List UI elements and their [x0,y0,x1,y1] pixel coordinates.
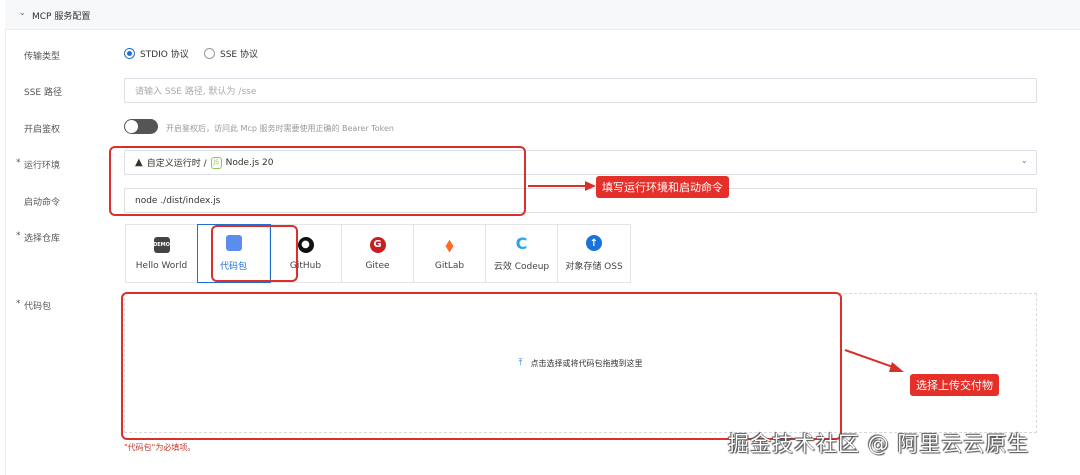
annotation-arrows [528,181,904,372]
arrow-upload [844,349,897,369]
watermark: 掘金技术社区 @ 阿里云云原生 [728,432,1030,456]
annotation-upload-note: 选择上传交付物 [910,374,999,396]
annotation-runtime-note: 填写运行环境和启动命令 [596,176,729,198]
